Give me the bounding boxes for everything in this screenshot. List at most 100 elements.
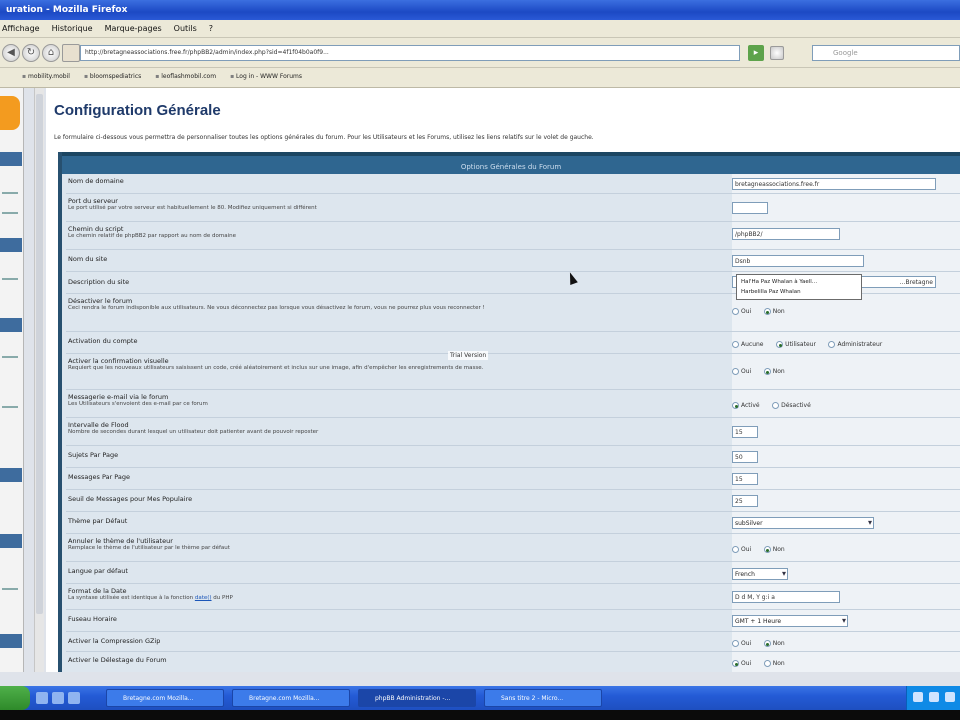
activation-user-radio[interactable]: Utilisateur xyxy=(776,341,816,348)
admin-sidebar xyxy=(0,88,24,672)
address-bar[interactable]: http://bretagneassociations.free.fr/phpB… xyxy=(80,45,740,61)
email-enabled-radio[interactable]: Activé xyxy=(732,402,760,409)
config-row-posts-per-page: Messages Par Page 15 xyxy=(66,468,960,490)
field-label: Langue par défaut xyxy=(68,567,128,575)
disable-no-radio[interactable]: Non xyxy=(763,308,785,315)
gzip-no-radio[interactable]: Non xyxy=(763,640,785,647)
quick-launch-icon[interactable] xyxy=(68,692,80,704)
config-row-account-activation: Activation du compte Aucune Utilisateur … xyxy=(66,332,960,354)
config-row-gzip: Activer la Compression GZip Oui Non xyxy=(66,632,960,652)
panel-header: Options Générales du Forum xyxy=(62,152,960,174)
config-row-board-email: Messagerie e-mail via le forum Les Utili… xyxy=(66,390,960,418)
hot-threshold-input[interactable]: 25 xyxy=(732,495,758,507)
config-row-flood-interval: Intervalle de Flood Nombre de secondes d… xyxy=(66,418,960,446)
field-label: Activer la Compression GZip xyxy=(68,637,161,645)
field-description: Remplace le thème de l'utilisateur par l… xyxy=(68,545,230,551)
domain-input[interactable]: bretagneassociations.free.fr xyxy=(732,178,936,190)
sidebar-section-tab[interactable] xyxy=(0,318,22,332)
sidebar-link[interactable] xyxy=(2,406,18,408)
activation-none-radio[interactable]: Aucune xyxy=(732,341,764,348)
scrollbar-thumb[interactable] xyxy=(36,94,43,614)
taskbar-window-button[interactable]: phpBB Administration -... xyxy=(358,689,476,707)
field-description: Le port utilisé par votre serveur est ha… xyxy=(68,205,317,211)
field-label: Activer le Délestage du Forum xyxy=(68,656,167,664)
tray-icon[interactable] xyxy=(913,692,923,702)
visual-yes-radio[interactable]: Oui xyxy=(732,368,751,375)
sidebar-section-tab[interactable] xyxy=(0,238,22,252)
config-row-prune: Activer le Délestage du Forum Oui Non xyxy=(66,652,960,672)
disable-yes-radio[interactable]: Oui xyxy=(732,308,751,315)
prune-yes-radio[interactable]: Oui xyxy=(732,660,751,667)
window-title: uration - Mozilla Firefox xyxy=(6,5,128,15)
back-arrow-icon[interactable]: ◀ xyxy=(2,44,20,62)
bookmark-item[interactable]: Log in - WWW Forums xyxy=(230,73,302,87)
system-tray xyxy=(906,686,960,710)
email-disabled-radio[interactable]: Désactivé xyxy=(772,402,811,409)
menu-item-help[interactable]: ? xyxy=(209,24,213,37)
bookmark-star-icon[interactable] xyxy=(770,46,784,60)
default-theme-select[interactable]: subSilver xyxy=(732,517,874,529)
field-description: Le chemin relatif de phpBB2 par rapport … xyxy=(68,233,236,239)
site-name-input[interactable]: Dsnb xyxy=(732,255,864,267)
activation-admin-radio[interactable]: Administrateur xyxy=(828,341,882,348)
script-path-input[interactable]: /phpBB2/ xyxy=(732,228,840,240)
sidebar-link[interactable] xyxy=(2,356,18,358)
bookmark-item[interactable]: bloomspediatrics xyxy=(84,73,141,87)
tray-icon[interactable] xyxy=(929,692,939,702)
date-format-input[interactable]: D d M, Y g:i a xyxy=(732,591,840,603)
menu-item-bookmarks[interactable]: Marque-pages xyxy=(105,24,162,37)
sidebar-section-tab[interactable] xyxy=(0,152,22,166)
quick-launch-icon[interactable] xyxy=(52,692,64,704)
taskbar: Bretagne.com Mozilla... Bretagne.com Moz… xyxy=(0,686,960,710)
port-input[interactable] xyxy=(732,202,768,214)
date-function-link[interactable]: date() xyxy=(195,595,212,601)
autocomplete-option[interactable]: Harbelilla Paz Whalan xyxy=(741,287,857,297)
phpbb-logo-icon[interactable] xyxy=(0,96,20,130)
field-label: Messages Par Page xyxy=(68,473,131,481)
bookmarks-toolbar: mobility.mobil bloomspediatrics leoflash… xyxy=(0,68,960,88)
field-label: Fuseau Horaire xyxy=(68,615,117,623)
sidebar-section-tab[interactable] xyxy=(0,468,22,482)
sidebar-link[interactable] xyxy=(2,588,18,590)
taskbar-window-button[interactable]: Sans titre 2 - Micro... xyxy=(484,689,602,707)
taskbar-window-button[interactable]: Bretagne.com Mozilla... xyxy=(232,689,350,707)
prune-no-radio[interactable]: Non xyxy=(763,660,785,667)
sidebar-section-tab[interactable] xyxy=(0,534,22,548)
config-row-date-format: Format de la Date La syntaxe utilisée es… xyxy=(66,584,960,610)
override-yes-radio[interactable]: Oui xyxy=(732,546,751,553)
sidebar-link[interactable] xyxy=(2,192,18,194)
gzip-yes-radio[interactable]: Oui xyxy=(732,640,751,647)
visual-no-radio[interactable]: Non xyxy=(763,368,785,375)
config-row-visual-confirmation: Activer la confirmation visuelle Requier… xyxy=(66,354,960,390)
tray-icon[interactable] xyxy=(945,692,955,702)
quick-launch-icon[interactable] xyxy=(36,692,48,704)
bookmark-item[interactable]: mobility.mobil xyxy=(22,73,70,87)
default-language-select[interactable]: French xyxy=(732,568,788,580)
home-icon[interactable]: ⌂ xyxy=(42,44,60,62)
sidebar-scrollbar[interactable] xyxy=(34,88,44,672)
search-input[interactable]: Google xyxy=(812,45,960,61)
autocomplete-option[interactable]: Hal'Ha Paz Whalan à Yaell... xyxy=(741,277,857,287)
sidebar-section-tab[interactable] xyxy=(0,634,22,648)
sidebar-link[interactable] xyxy=(2,278,18,280)
taskbar-window-button[interactable]: Bretagne.com Mozilla... xyxy=(106,689,224,707)
navigation-toolbar: ◀ ↻ ⌂ http://bretagneassociations.free.f… xyxy=(0,38,960,68)
timezone-select[interactable]: GMT + 1 Heure xyxy=(732,615,848,627)
reload-icon[interactable]: ↻ xyxy=(22,44,40,62)
menu-item-history[interactable]: Historique xyxy=(52,24,93,37)
menu-item-view[interactable]: Affichage xyxy=(2,24,40,37)
field-label: Annuler le thème de l'utilisateur xyxy=(68,537,173,545)
topics-per-page-input[interactable]: 50 xyxy=(732,451,758,463)
go-arrow-icon[interactable]: ▸ xyxy=(748,45,764,61)
menu-item-tools[interactable]: Outils xyxy=(174,24,197,37)
override-no-radio[interactable]: Non xyxy=(763,546,785,553)
field-label: Nom de domaine xyxy=(68,177,124,185)
flood-interval-input[interactable]: 15 xyxy=(732,426,758,438)
posts-per-page-input[interactable]: 15 xyxy=(732,473,758,485)
sidebar-link[interactable] xyxy=(2,212,18,214)
config-row-timezone: Fuseau Horaire GMT + 1 Heure xyxy=(66,610,960,632)
start-button[interactable] xyxy=(0,686,30,710)
config-row-default-language: Langue par défaut French xyxy=(66,562,960,584)
field-label: Seuil de Messages pour Mes Populaire xyxy=(68,495,193,503)
bookmark-item[interactable]: leoflashmobil.com xyxy=(155,73,216,87)
